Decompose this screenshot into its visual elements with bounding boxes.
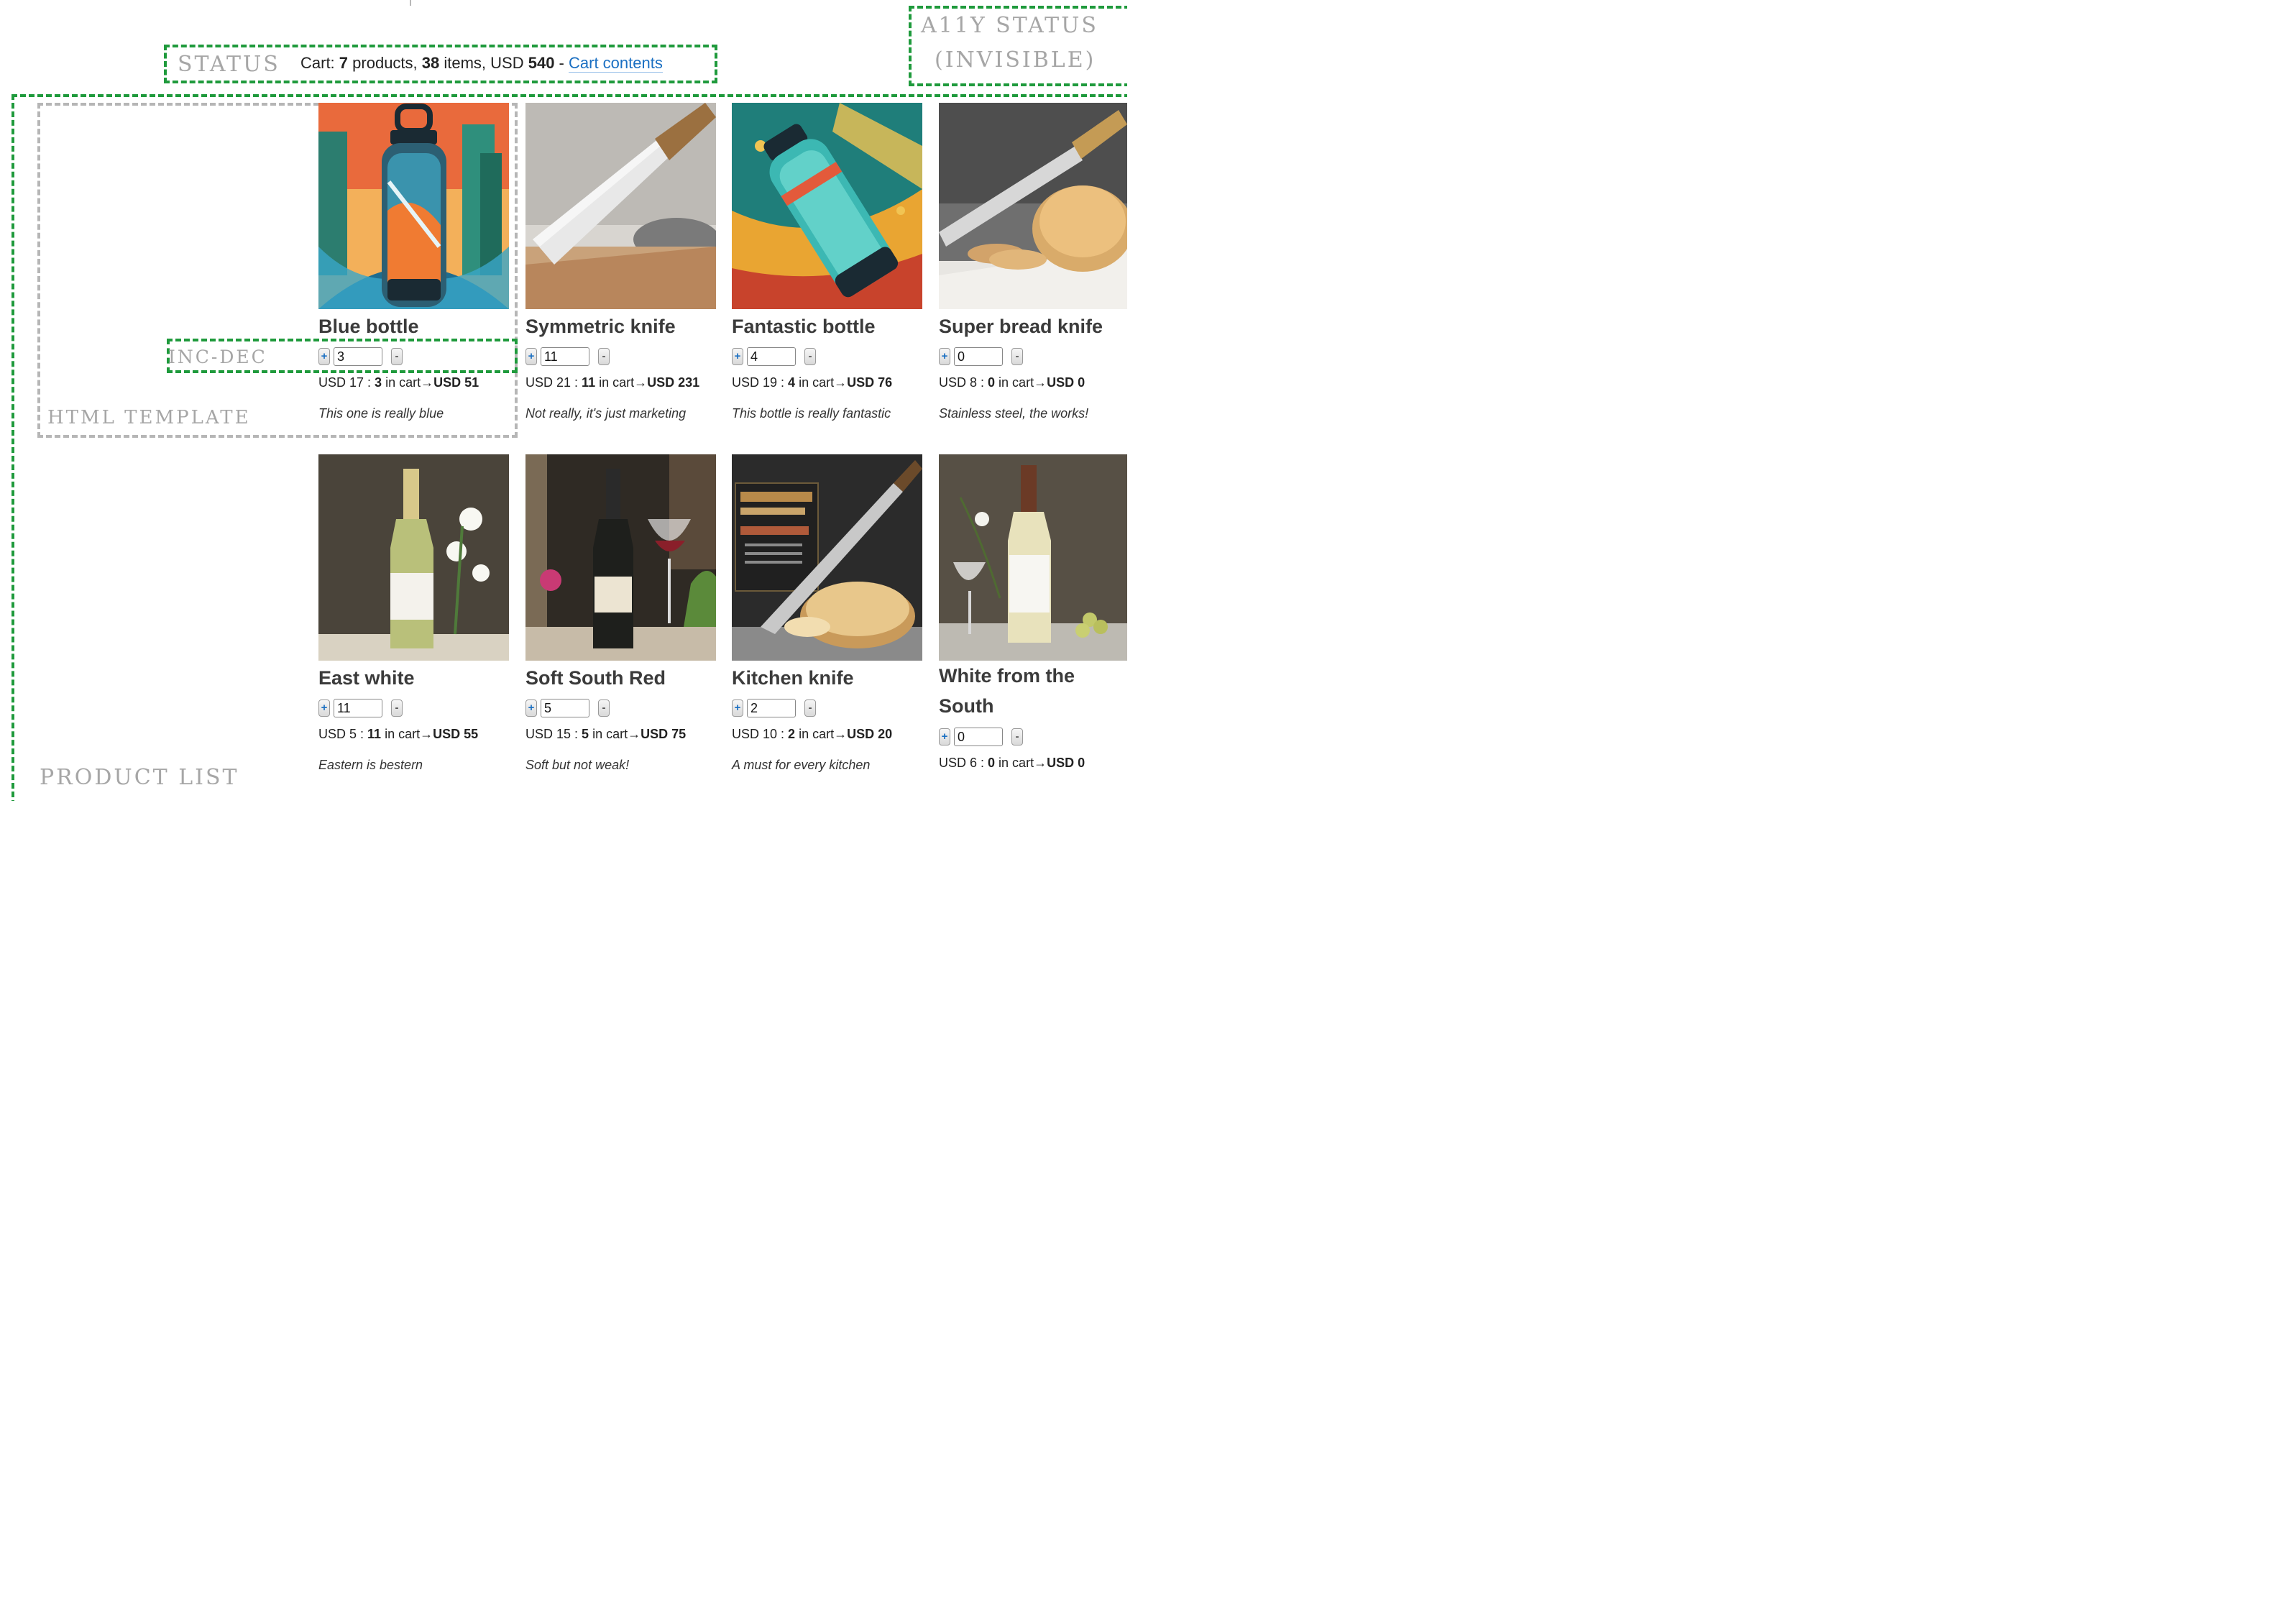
product-name: Blue bottle [318, 316, 419, 337]
status-products-count: 7 [339, 54, 349, 72]
price-line: USD 10 : 2 in cart→USD 20 [732, 727, 893, 741]
quantity-input[interactable] [541, 347, 589, 366]
price-line: USD 15 : 5 in cart→USD 75 [525, 727, 687, 741]
product-name: Soft South Red [525, 667, 666, 689]
inc-dec-control: + - [732, 698, 922, 718]
arrow-icon: → [1034, 375, 1047, 390]
product-name: Super bread knife [939, 316, 1103, 337]
product-image [732, 454, 922, 661]
increment-button[interactable]: + [939, 728, 950, 746]
inc-dec-control: + - [318, 698, 509, 718]
increment-button[interactable]: + [939, 348, 950, 365]
product-card: Symmetric knife + - USD 21 : 11 in cart→… [525, 103, 716, 421]
product-image [318, 103, 509, 309]
product-image [318, 454, 509, 661]
arrow-icon: → [1034, 756, 1047, 770]
product-card: Super bread knife + - USD 8 : 0 in cart→… [939, 103, 1127, 421]
annotated-screenshot: A11Y STATUS (INVISIBLE) STATUS Cart: 7 p… [0, 0, 1127, 801]
product-card: Soft South Red + - USD 15 : 5 in cart→US… [525, 454, 716, 773]
quantity-input[interactable] [747, 699, 796, 717]
product-image [939, 454, 1127, 661]
quantity-input[interactable] [954, 728, 1003, 746]
status-separator: - [554, 54, 569, 72]
status-prefix: Cart: [300, 54, 339, 72]
arrow-icon: → [628, 727, 641, 741]
decrement-button[interactable]: - [598, 699, 610, 717]
increment-button[interactable]: + [318, 348, 330, 365]
inc-dec-control: + - [732, 347, 922, 367]
inc-dec-control: + - [525, 698, 716, 718]
inc-dec-control: + - [939, 347, 1127, 367]
decrement-button[interactable]: - [1011, 728, 1023, 746]
product-card: White from the South + - USD 6 : 0 in ca… [939, 454, 1127, 771]
decrement-button[interactable]: - [598, 348, 610, 365]
increment-button[interactable]: + [318, 699, 330, 717]
price-line: USD 17 : 3 in cart→USD 51 [318, 375, 479, 390]
arrow-icon: → [634, 375, 648, 390]
product-card: Fantastic bottle + - USD 19 : 4 in cart→… [732, 103, 922, 421]
decrement-button[interactable]: - [804, 699, 816, 717]
divider-tick [410, 0, 411, 6]
quantity-input[interactable] [954, 347, 1003, 366]
decrement-button[interactable]: - [1011, 348, 1023, 365]
cart-contents-link[interactable]: Cart contents [569, 54, 663, 73]
product-name: Kitchen knife [732, 667, 854, 689]
price-line: USD 5 : 11 in cart→USD 55 [318, 727, 479, 741]
status-items-word: items, USD [439, 54, 528, 72]
decrement-button[interactable]: - [804, 348, 816, 365]
product-list-annotation: PRODUCT LIST [40, 765, 239, 790]
decrement-button[interactable]: - [391, 348, 403, 365]
html-template-annotation: HTML TEMPLATE [47, 407, 251, 428]
price-line: USD 6 : 0 in cart→USD 0 [939, 756, 1085, 770]
product-description: Soft but not weak! [525, 758, 630, 772]
quantity-input[interactable] [541, 699, 589, 717]
price-line: USD 19 : 4 in cart→USD 76 [732, 375, 893, 390]
arrow-icon: → [420, 727, 433, 741]
status-products-word: products, [348, 54, 422, 72]
product-name: East white [318, 667, 415, 689]
arrow-icon: → [421, 375, 434, 390]
cart-status: Cart: 7 products, 38 items, USD 540 - Ca… [300, 54, 663, 73]
product-description: Not really, it's just marketing [525, 406, 687, 421]
quantity-input[interactable] [747, 347, 796, 366]
product-card: East white + - USD 5 : 11 in cart→USD 55… [318, 454, 509, 773]
decrement-button[interactable]: - [391, 699, 403, 717]
product-description: This one is really blue [318, 406, 444, 421]
increment-button[interactable]: + [525, 699, 537, 717]
inc-dec-annotation: INC-DEC [168, 347, 267, 367]
a11y-invisible-annotation: (INVISIBLE) [935, 47, 1096, 73]
product-name: Fantastic bottle [732, 316, 876, 337]
product-description: Stainless steel, the works! [939, 406, 1089, 421]
product-description: A must for every kitchen [732, 758, 871, 772]
inc-dec-control: + - [939, 727, 1127, 747]
product-card: Kitchen knife + - USD 10 : 2 in cart→USD… [732, 454, 922, 773]
quantity-input[interactable] [334, 699, 382, 717]
quantity-input[interactable] [334, 347, 382, 366]
product-name: Symmetric knife [525, 316, 676, 337]
product-card: Blue bottle + - USD 17 : 3 in cart→USD 5… [318, 103, 509, 421]
price-line: USD 8 : 0 in cart→USD 0 [939, 375, 1085, 390]
product-description: Eastern is bestern [318, 758, 423, 772]
increment-button[interactable]: + [525, 348, 537, 365]
a11y-status-annotation: A11Y STATUS [921, 13, 1098, 38]
status-total: 540 [528, 54, 555, 72]
product-image [939, 103, 1127, 309]
product-name: White from the South [939, 665, 1075, 717]
status-annotation: STATUS [178, 52, 280, 77]
inc-dec-control: + - [318, 347, 509, 367]
increment-button[interactable]: + [732, 348, 743, 365]
product-image [732, 103, 922, 309]
product-image [525, 103, 716, 309]
arrow-icon: → [834, 375, 848, 390]
status-items-count: 38 [421, 54, 440, 72]
product-description: This bottle is really fantastic [732, 406, 891, 421]
increment-button[interactable]: + [732, 699, 743, 717]
price-line: USD 21 : 11 in cart→USD 231 [525, 375, 700, 390]
arrow-icon: → [834, 727, 848, 741]
inc-dec-control: + - [525, 347, 716, 367]
product-image [525, 454, 716, 661]
